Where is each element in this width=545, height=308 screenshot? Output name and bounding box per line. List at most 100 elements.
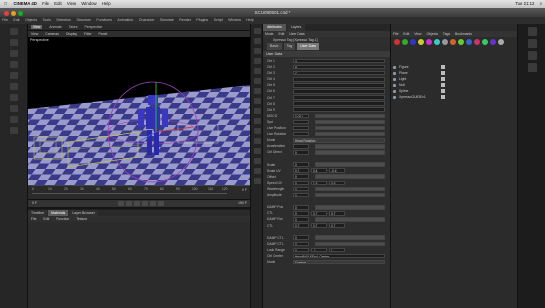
attribute-field[interactable] xyxy=(293,101,385,106)
object-tool-icon[interactable] xyxy=(402,39,408,45)
mode-button[interactable] xyxy=(254,28,261,34)
attribute-field[interactable] xyxy=(293,95,385,100)
materials-menu-item[interactable]: Texture xyxy=(76,217,87,221)
attribute-field[interactable] xyxy=(293,76,385,82)
tool-button[interactable] xyxy=(10,127,18,134)
spotlight-icon[interactable]: ⌕ xyxy=(540,1,542,6)
dock-button[interactable] xyxy=(528,27,537,36)
menu-edit[interactable]: Edit xyxy=(54,1,61,6)
tab-layers[interactable]: Layers xyxy=(286,24,306,31)
mode-button[interactable] xyxy=(254,68,261,74)
panel-divider[interactable] xyxy=(28,207,250,209)
attribute-slider[interactable] xyxy=(315,192,385,198)
tool-button[interactable] xyxy=(10,28,18,35)
attribute-field[interactable] xyxy=(293,144,309,149)
main-menu-item[interactable]: Edit xyxy=(13,18,19,22)
materials-menu-item[interactable]: Function xyxy=(56,217,69,221)
timeline-track[interactable] xyxy=(32,193,227,194)
visibility-icon[interactable] xyxy=(441,83,445,87)
menu-help[interactable]: Help xyxy=(102,1,111,6)
main-menu-item[interactable]: Functions xyxy=(96,18,112,22)
attribute-slider[interactable] xyxy=(315,150,385,155)
attribute-field[interactable]: 0 xyxy=(293,162,309,167)
attribute-field[interactable]: 0 xyxy=(293,204,309,210)
attribute-slider[interactable] xyxy=(315,235,385,240)
object-tool-icon[interactable] xyxy=(482,39,488,45)
object-tool-icon[interactable] xyxy=(418,39,424,45)
attribute-slider[interactable] xyxy=(315,162,385,167)
main-menu-item[interactable]: Script xyxy=(214,18,223,22)
mode-button[interactable] xyxy=(254,98,261,104)
main-menu-item[interactable]: Structure xyxy=(76,18,91,22)
mode-button[interactable] xyxy=(254,158,261,164)
mode-button[interactable] xyxy=(254,168,261,174)
tool-button[interactable] xyxy=(10,83,18,90)
mode-button[interactable] xyxy=(254,138,261,144)
visibility-icon[interactable] xyxy=(441,95,445,99)
mode-button[interactable] xyxy=(254,78,261,84)
attribute-slider[interactable] xyxy=(315,186,385,192)
attribute-field[interactable]: -1 xyxy=(311,247,327,253)
object-tool-icon[interactable] xyxy=(434,39,440,45)
object-tool-icon[interactable] xyxy=(442,39,448,45)
toolbar-view[interactable]: View xyxy=(31,25,43,29)
play-button[interactable] xyxy=(134,201,140,206)
mode-button[interactable] xyxy=(254,58,261,64)
main-menu-item[interactable]: Objects xyxy=(25,18,37,22)
goto-end-button[interactable] xyxy=(150,201,156,206)
attribute-field[interactable]: 0.7 xyxy=(329,223,345,228)
viewport-menu-item[interactable]: Cameras xyxy=(45,32,59,36)
attribute-field[interactable]: 0 xyxy=(293,247,309,253)
mode-button[interactable] xyxy=(254,48,261,54)
attribute-slider[interactable] xyxy=(315,174,385,180)
tool-button[interactable] xyxy=(10,61,18,68)
object-tool-icon[interactable] xyxy=(490,39,496,45)
tool-button[interactable] xyxy=(10,94,18,101)
dock-button[interactable] xyxy=(528,63,537,72)
attribute-field[interactable]: 0.7 xyxy=(329,211,345,216)
app-menu[interactable]: CINEMA 4D xyxy=(13,1,36,6)
end-frame-field[interactable]: 150 F xyxy=(238,201,247,205)
attribute-field[interactable]: 0 xyxy=(293,174,309,180)
goto-start-button[interactable] xyxy=(118,201,124,206)
attribute-field[interactable]: Head/HULKEnd_Center xyxy=(293,253,385,259)
materials-area[interactable] xyxy=(28,222,250,308)
dock-button[interactable] xyxy=(528,51,537,60)
attribute-field[interactable]: 0 xyxy=(293,180,309,186)
attribute-field[interactable]: A xyxy=(293,58,385,64)
materials-menu-item[interactable]: Edit xyxy=(43,217,49,221)
om-menu-item[interactable]: View xyxy=(414,32,421,36)
om-menu-item[interactable]: Edit xyxy=(403,32,409,36)
main-menu-item[interactable]: Animation xyxy=(117,18,133,22)
mode-button[interactable] xyxy=(254,108,261,114)
attribute-field[interactable]: Head Rotation xyxy=(293,137,385,143)
attribute-slider[interactable] xyxy=(315,131,385,137)
main-menu-item[interactable]: File xyxy=(2,18,8,22)
attribute-slider[interactable] xyxy=(315,144,385,149)
main-menu-item[interactable]: Help xyxy=(246,18,253,22)
visibility-icon[interactable] xyxy=(441,89,445,93)
attribute-field[interactable]: 0.001 xyxy=(293,113,309,119)
menu-view[interactable]: View xyxy=(67,1,76,6)
attribute-field[interactable]: Custom xyxy=(293,259,385,265)
menu-window[interactable]: Window xyxy=(81,1,96,6)
attribute-field[interactable]: 0 xyxy=(293,150,309,155)
attribute-field[interactable]: -0.4 xyxy=(329,168,345,173)
apple-icon[interactable]:  xyxy=(4,1,7,6)
object-tool-icon[interactable] xyxy=(450,39,456,45)
minimize-icon[interactable] xyxy=(11,11,16,16)
toolbar-perspective[interactable]: Perspective xyxy=(84,25,102,29)
visibility-icon[interactable] xyxy=(441,77,445,81)
tool-button[interactable] xyxy=(10,72,18,79)
menu-file[interactable]: File xyxy=(42,1,49,6)
tool-button[interactable] xyxy=(10,50,18,57)
dock-button[interactable] xyxy=(528,39,537,48)
attribute-field[interactable] xyxy=(293,125,309,131)
mode-button[interactable] xyxy=(254,178,261,184)
attribute-field[interactable]: 0.7 xyxy=(311,211,327,216)
tool-button[interactable] xyxy=(10,39,18,46)
attribute-field[interactable]: 0 xyxy=(293,192,309,198)
om-menu-item[interactable]: Bookmarks xyxy=(455,32,472,36)
subtab-basic[interactable]: Basic xyxy=(267,43,282,50)
main-menu-item[interactable]: Simulate xyxy=(160,18,174,22)
